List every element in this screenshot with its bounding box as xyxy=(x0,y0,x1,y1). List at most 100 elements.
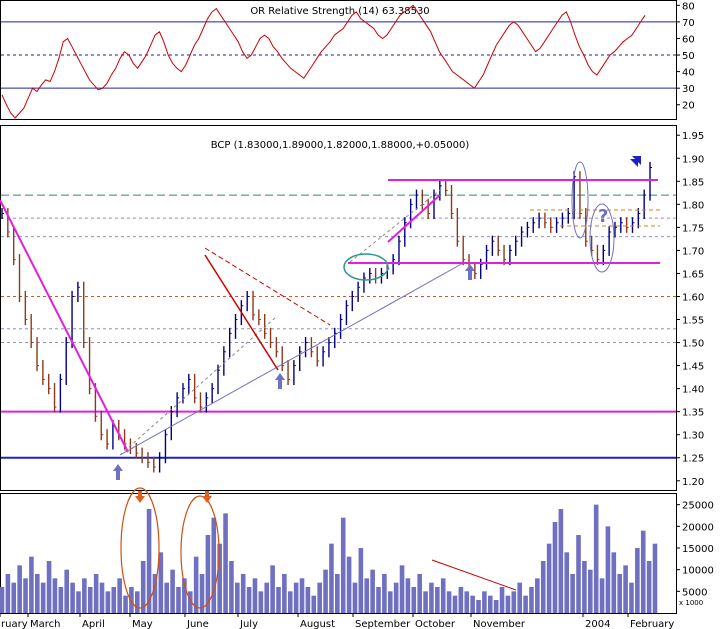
volume-bar xyxy=(117,578,122,613)
volume-bar xyxy=(587,569,593,613)
volume-tick-label-10000: 10000 xyxy=(682,566,714,577)
price-tick-label-1.7: 1.70 xyxy=(682,246,704,257)
rsi-tick-label-30: 30 xyxy=(682,84,695,95)
volume-bar xyxy=(382,574,387,613)
volume-bar xyxy=(452,595,458,613)
volume-bar xyxy=(211,517,217,613)
volume-bar xyxy=(411,587,417,613)
rsi-tick-label-40: 40 xyxy=(682,68,695,79)
volume-bar xyxy=(0,587,5,613)
price-tick-label-1.2: 1.20 xyxy=(682,477,704,488)
volume-bar xyxy=(282,574,287,613)
volume-bar xyxy=(276,587,281,613)
volume-bar xyxy=(176,587,181,613)
volume-bar xyxy=(70,582,75,613)
volume-bar xyxy=(446,591,452,613)
volume-bar xyxy=(482,591,487,613)
price-tick-label-1.65: 1.65 xyxy=(682,269,704,280)
volume-bar xyxy=(52,578,58,613)
volume-bar xyxy=(417,574,422,613)
volume-bar xyxy=(252,578,258,613)
volume-bar xyxy=(340,517,346,613)
volume-bar xyxy=(470,595,475,613)
volume-bar xyxy=(246,587,252,613)
volume-bar xyxy=(29,556,34,613)
volume-bar xyxy=(570,574,575,613)
volume-bar xyxy=(364,578,370,613)
price-tick-label-1.95: 1.95 xyxy=(682,131,704,142)
volume-bar xyxy=(82,578,87,613)
volume-bar xyxy=(523,595,528,613)
volume-bar xyxy=(99,582,105,613)
volume-bar xyxy=(352,582,358,613)
volume-bar xyxy=(599,578,605,613)
rsi-tick-label-20: 20 xyxy=(682,101,695,112)
volume-bar xyxy=(64,569,70,613)
volume-bar xyxy=(287,591,293,613)
volume-bar xyxy=(476,600,481,613)
volume-bar xyxy=(358,548,364,613)
volume-tick-label-25000: 25000 xyxy=(682,501,714,512)
price-tick-label-1.3: 1.30 xyxy=(682,431,704,442)
volume-bar xyxy=(635,548,640,613)
volume-bar xyxy=(593,504,599,613)
volume-bar xyxy=(376,587,381,613)
volume-bar xyxy=(405,578,411,613)
volume-bar xyxy=(387,591,393,613)
volume-bar xyxy=(123,595,128,613)
volume-bar xyxy=(464,591,470,613)
x-label-1: March xyxy=(30,619,60,629)
price-tick-label-1.45: 1.45 xyxy=(682,362,704,373)
volume-bar xyxy=(335,574,340,613)
price-tick-label-1.25: 1.25 xyxy=(682,454,704,465)
price-tick-label-1.5: 1.50 xyxy=(682,339,704,350)
volume-bar xyxy=(505,595,511,613)
volume-bar xyxy=(629,582,634,613)
price-tick-label-1.9: 1.90 xyxy=(682,154,704,165)
volume-bar xyxy=(435,587,440,613)
volume-bar xyxy=(17,565,22,613)
volume-bar xyxy=(135,591,140,613)
volume-bar xyxy=(511,591,517,613)
rsi-tick-label-70: 70 xyxy=(682,18,695,29)
price-title: BCP (1.83000,1.89000,1.82000,1.88000,+0.… xyxy=(211,140,470,151)
volume-bar xyxy=(193,556,199,613)
volume-tick-label-5000: 5000 xyxy=(682,587,707,598)
rsi-tick-label-50: 50 xyxy=(682,51,695,62)
volume-bar xyxy=(546,543,552,613)
price-tick-label-1.55: 1.55 xyxy=(682,316,704,327)
volume-bar xyxy=(646,561,652,613)
volume-bar xyxy=(517,582,522,613)
price-tick-label-1.75: 1.75 xyxy=(682,223,704,234)
volume-bar xyxy=(258,591,264,613)
volume-bar xyxy=(240,574,246,613)
price-tick-label-1.35: 1.35 xyxy=(682,408,704,419)
volume-bar xyxy=(493,600,499,613)
volume-bar xyxy=(529,587,534,613)
volume-bar xyxy=(582,561,587,613)
volume-bar xyxy=(264,582,270,613)
volume-bar xyxy=(305,587,311,613)
volume-bar xyxy=(576,535,581,613)
volume-bar xyxy=(170,569,175,613)
x-label-9: November xyxy=(473,619,526,629)
volume-bar xyxy=(164,582,170,613)
volume-bar xyxy=(158,552,164,613)
volume-tick-label-15000: 15000 xyxy=(682,544,714,555)
volume-bar xyxy=(564,552,570,613)
volume-bar xyxy=(423,591,428,613)
volume-bar xyxy=(329,543,334,613)
volume-bar xyxy=(140,561,146,613)
volume-bar xyxy=(223,513,228,613)
volume-bar xyxy=(34,574,40,613)
volume-bar xyxy=(40,582,46,613)
volume-bar xyxy=(623,565,628,613)
volume-bar xyxy=(611,552,617,613)
volume-tick-label-20000: 20000 xyxy=(682,522,714,533)
volume-bar xyxy=(270,565,275,613)
volume-bar xyxy=(499,587,505,613)
volume-bar xyxy=(217,543,222,613)
volume-bar xyxy=(535,578,540,613)
volume-bar xyxy=(299,578,305,613)
volume-bar xyxy=(487,595,493,613)
